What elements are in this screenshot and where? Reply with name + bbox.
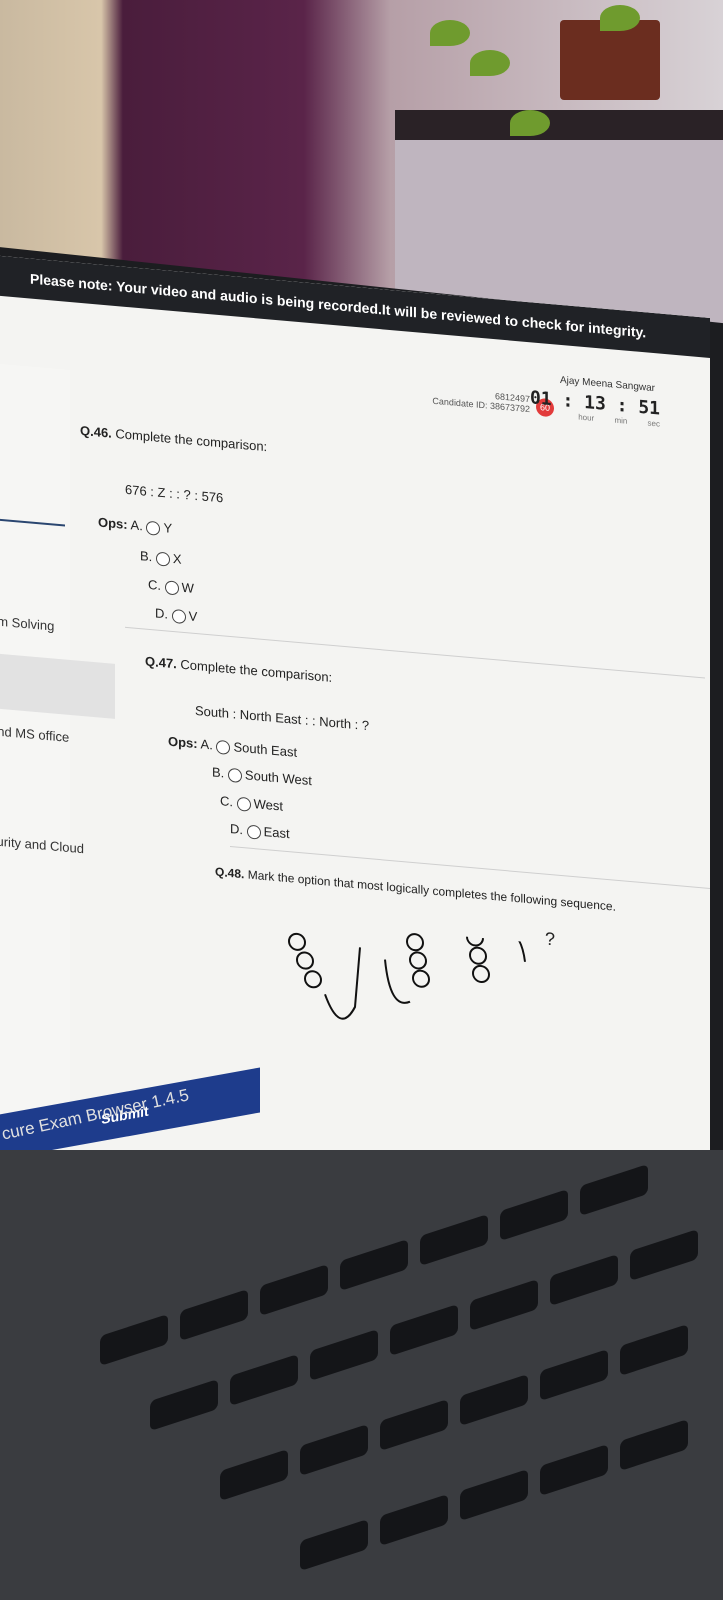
sequence-circle <box>406 933 424 952</box>
option-letter: B. <box>140 548 153 565</box>
option-46-a[interactable]: Ops: A. Y <box>98 514 172 536</box>
option-text: Y <box>163 520 173 536</box>
sequence-curve <box>489 926 526 962</box>
question-number: Q.46. <box>80 422 112 441</box>
sequence-curve <box>384 959 411 1004</box>
keyboard-key <box>620 1323 688 1377</box>
keyboard-key <box>540 1443 608 1497</box>
option-letter: B. <box>212 764 225 781</box>
question-47: Q.47. Complete the comparison: <box>145 654 332 685</box>
option-letter: A. <box>200 736 213 753</box>
keyboard-key <box>460 1373 528 1427</box>
radio-button[interactable] <box>236 796 251 812</box>
sidebar-active-highlight <box>0 653 115 719</box>
radio-button[interactable] <box>246 824 261 840</box>
candidate-ids: 6812497 Candidate ID: 38673792 <box>420 385 530 414</box>
ops-label: Ops: <box>98 514 128 533</box>
sequence-circle <box>469 946 487 965</box>
sequence-circle <box>304 970 322 989</box>
keyboard-key <box>150 1378 218 1432</box>
option-letter: D. <box>155 605 168 622</box>
keyboard-key <box>310 1328 378 1382</box>
question-48: Q.48. Mark the option that most logicall… <box>215 865 616 914</box>
radio-button[interactable] <box>216 739 231 755</box>
sidebar-item-security-cloud[interactable]: curity and Cloud <box>0 833 84 856</box>
option-text: X <box>172 551 182 567</box>
question-number: Q.48. <box>215 864 245 882</box>
option-46-d[interactable]: D. V <box>155 605 197 624</box>
question-text: Complete the comparison: <box>115 425 268 455</box>
option-47-c[interactable]: C. West <box>220 793 283 814</box>
option-letter: C. <box>148 576 161 593</box>
radio-button[interactable] <box>171 608 186 624</box>
radio-button[interactable] <box>146 520 161 536</box>
question-number: Q.47. <box>145 653 177 672</box>
keyboard-key <box>300 1518 368 1572</box>
option-letter: D. <box>230 820 243 838</box>
option-text: West <box>253 796 284 814</box>
question-46-prompt: 676 : Z : : ? : 576 <box>125 481 224 506</box>
countdown-timer: 01 : 13 : 51 hour min sec <box>530 387 660 428</box>
option-46-c[interactable]: C. W <box>148 577 194 597</box>
keyboard-key <box>630 1228 698 1282</box>
sequence-curve <box>324 947 361 1020</box>
sequence-circle <box>412 969 430 988</box>
question-46: Q.46. Complete the comparison: <box>80 423 267 454</box>
option-47-a[interactable]: Ops: A. South East <box>168 734 297 761</box>
sequence-figure <box>288 926 526 1020</box>
question-47-prompt: South : North East : : North : ? <box>195 702 370 734</box>
keyboard-key <box>420 1213 488 1267</box>
radio-button[interactable] <box>227 767 242 783</box>
keyboard <box>0 1150 723 1600</box>
option-text: V <box>188 608 198 625</box>
sequence-question-mark: ? <box>545 928 556 950</box>
option-letter: A. <box>130 517 143 534</box>
question-text: Complete the comparison: <box>180 656 333 685</box>
keyboard-key <box>500 1188 568 1242</box>
plant-leaf <box>600 5 640 31</box>
sequence-circle <box>466 928 484 947</box>
option-46-b[interactable]: B. X <box>140 548 182 567</box>
option-47-d[interactable]: D. East <box>230 821 290 842</box>
keyboard-key <box>540 1348 608 1402</box>
keyboard-key <box>390 1303 458 1357</box>
sidebar-item-ms-office[interactable]: and MS office <box>0 723 69 745</box>
keyboard-key <box>180 1288 248 1342</box>
keyboard-key <box>230 1353 298 1407</box>
plant-pot <box>560 20 660 100</box>
keyboard-key <box>380 1398 448 1452</box>
ops-label: Ops: <box>168 733 198 752</box>
option-text: East <box>263 823 290 842</box>
option-text: South West <box>244 767 312 789</box>
keyboard-key <box>300 1423 368 1477</box>
keyboard-key <box>340 1238 408 1292</box>
keyboard-key <box>220 1448 288 1502</box>
keyboard-key <box>260 1263 328 1317</box>
keyboard-key <box>460 1468 528 1522</box>
keyboard-key <box>550 1253 618 1307</box>
option-letter: C. <box>220 793 233 810</box>
plant-leaf <box>430 20 470 46</box>
keyboard-key <box>620 1418 688 1472</box>
option-text: South East <box>233 739 298 760</box>
keyboard-key <box>580 1163 648 1217</box>
plant-leaf <box>510 110 550 136</box>
keyboard-key <box>380 1493 448 1547</box>
keyboard-key <box>100 1313 168 1367</box>
window-sill <box>395 110 723 140</box>
radio-button[interactable] <box>164 579 179 596</box>
radio-button[interactable] <box>155 551 170 567</box>
option-47-b[interactable]: B. South West <box>212 764 312 788</box>
exam-screen: Please note: Your video and audio is bei… <box>0 255 710 1298</box>
sequence-circle <box>409 951 427 970</box>
sequence-circle <box>296 951 314 970</box>
plant-leaf <box>470 50 510 76</box>
keyboard-key <box>470 1278 538 1332</box>
sequence-circle <box>288 932 306 951</box>
sidebar-item-problem-solving[interactable]: em Solving <box>0 613 54 634</box>
sidebar-active-underline <box>0 518 65 527</box>
sequence-circle <box>472 964 490 983</box>
option-text: W <box>181 579 194 596</box>
